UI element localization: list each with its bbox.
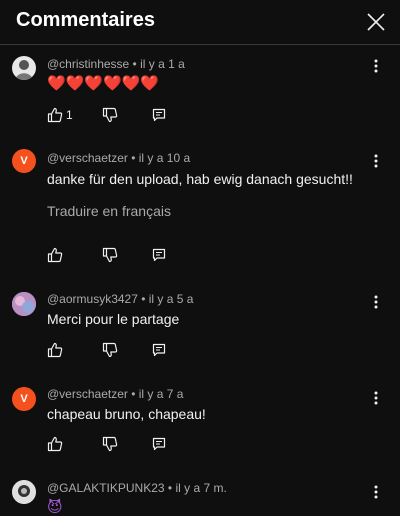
comments-header: Commentaires (0, 0, 400, 45)
avatar[interactable] (12, 292, 36, 316)
comment-text: chapeau bruno, chapeau! (47, 406, 206, 422)
comment-text: ❤️❤️❤️❤️❤️❤️ (47, 75, 160, 92)
more-options-icon[interactable] (368, 58, 384, 74)
reply-icon[interactable] (151, 342, 167, 358)
comment-author[interactable]: @aormusyk3427 (47, 292, 138, 306)
comment-time: il y a 5 a (148, 292, 194, 306)
comment-text: danke für den upload, hab ewig danach ge… (47, 171, 353, 187)
avatar-letter: V (20, 155, 28, 167)
comment-text: 😈 (47, 499, 63, 516)
comment-meta: @verschaetzer • il y a 7 a (47, 387, 184, 401)
comment-meta: @christinhesse • il y a 1 a (47, 57, 185, 71)
comment-author[interactable]: @GALAKTIKPUNK23 (47, 481, 165, 495)
comment-time: il y a 7 m. (175, 481, 227, 495)
comment-actions (47, 247, 177, 265)
like-button[interactable] (47, 247, 63, 263)
dislike-button[interactable] (102, 107, 118, 123)
comment-meta: @aormusyk3427 • il y a 5 a (47, 292, 194, 306)
like-count: 1 (66, 108, 73, 122)
like-button[interactable] (47, 107, 63, 123)
comment-actions: 1 (47, 107, 177, 125)
comment-actions (47, 436, 177, 454)
comment-time: il y a 1 a (140, 57, 185, 71)
like-button[interactable] (47, 436, 63, 452)
more-options-icon[interactable] (368, 484, 384, 500)
comment-item: @christinhesse • il y a 1 a ❤️❤️❤️❤️❤️❤️… (0, 52, 400, 132)
close-icon[interactable] (364, 10, 388, 34)
dislike-button[interactable] (102, 342, 118, 358)
comment-author[interactable]: @verschaetzer (47, 151, 128, 165)
comment-meta: @verschaetzer • il y a 10 a (47, 151, 191, 165)
comment-time: il y a 10 a (138, 151, 191, 165)
comment-actions (47, 342, 177, 360)
reply-icon[interactable] (151, 436, 167, 452)
comment-item: @aormusyk3427 • il y a 5 a Merci pour le… (0, 288, 400, 368)
comment-author[interactable]: @verschaetzer (47, 387, 128, 401)
avatar-letter: V (20, 393, 28, 405)
reply-icon[interactable] (151, 247, 167, 263)
avatar[interactable]: V (12, 387, 36, 411)
avatar[interactable] (12, 480, 36, 504)
comment-author[interactable]: @christinhesse (47, 57, 129, 71)
comment-time: il y a 7 a (138, 387, 184, 401)
comment-text: Merci pour le partage (47, 311, 180, 327)
comment-item: V @verschaetzer • il y a 7 a chapeau bru… (0, 384, 400, 464)
more-options-icon[interactable] (368, 294, 384, 310)
avatar[interactable]: V (12, 149, 36, 173)
like-button[interactable] (47, 342, 63, 358)
reply-icon[interactable] (151, 107, 167, 123)
dislike-button[interactable] (102, 247, 118, 263)
avatar[interactable] (12, 56, 36, 80)
comment-item: V @verschaetzer • il y a 10 a danke für … (0, 145, 400, 275)
comment-item: @GALAKTIKPUNK23 • il y a 7 m. 😈 (0, 478, 400, 516)
comment-meta: @GALAKTIKPUNK23 • il y a 7 m. (47, 481, 227, 495)
more-options-icon[interactable] (368, 390, 384, 406)
dislike-button[interactable] (102, 436, 118, 452)
translate-link[interactable]: Traduire en français (47, 203, 171, 219)
more-options-icon[interactable] (368, 153, 384, 169)
panel-title: Commentaires (16, 9, 155, 31)
